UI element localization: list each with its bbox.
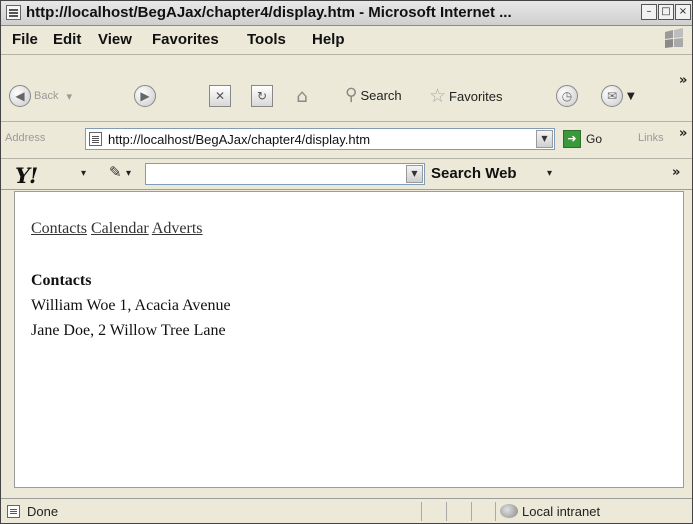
status-divider (421, 502, 422, 521)
back-label: Back (34, 90, 59, 102)
page-done-icon (7, 505, 20, 518)
minimize-button[interactable]: – (641, 4, 657, 20)
link-contacts[interactable]: Contacts (31, 220, 87, 237)
stop-icon: ✕ (209, 85, 231, 107)
yahoo-toolbar: Y! ▾ ✎ ▾ ▼ Search Web ▾ » (1, 159, 692, 190)
menu-favorites[interactable]: Favorites (152, 31, 219, 48)
status-divider (446, 502, 447, 521)
refresh-button[interactable]: ↻ (251, 85, 273, 107)
search-icon: ⚲ (345, 85, 358, 105)
menu-edit[interactable]: Edit (53, 31, 81, 48)
menu-help[interactable]: Help (312, 31, 345, 48)
contact-line: Jane Doe, 2 Willow Tree Lane (31, 322, 226, 339)
stop-button[interactable]: ✕ (209, 85, 231, 107)
history-button[interactable]: ◷ (556, 85, 578, 107)
links-overflow-chevron-icon[interactable]: » (679, 126, 687, 141)
address-bar: Address http://localhost/BegAJax/chapter… (1, 122, 692, 159)
mail-button[interactable]: ✉ ▼ (601, 85, 635, 107)
yahoo-search-input[interactable]: ▼ (145, 163, 425, 185)
menu-bar: File Edit View Favorites Tools Help (1, 26, 692, 55)
page-icon (89, 132, 102, 146)
search-web-button[interactable]: Search Web (431, 165, 517, 182)
favorites-button[interactable]: ☆ Favorites (429, 85, 503, 107)
nav-links: Contacts Calendar Adverts (31, 220, 203, 238)
maximize-button[interactable]: □ (658, 4, 674, 20)
menu-tools[interactable]: Tools (247, 31, 286, 48)
yahoo-overflow-chevron-icon[interactable]: » (672, 165, 680, 180)
close-button[interactable]: × (675, 4, 691, 20)
mail-icon: ✉ (601, 85, 623, 107)
go-button[interactable]: Go (586, 132, 602, 146)
home-icon: ⌂ (296, 85, 308, 107)
history-icon: ◷ (556, 85, 578, 107)
forward-arrow-icon: ▶ (134, 85, 156, 107)
yahoo-logo-icon[interactable]: Y! (15, 163, 38, 188)
back-button[interactable]: ◀ Back ▾ (9, 85, 72, 107)
security-zone-text: Local intranet (522, 504, 601, 519)
contact-line: William Woe 1, Acacia Avenue (31, 297, 231, 314)
windows-logo-icon (665, 28, 683, 48)
status-divider (471, 502, 472, 521)
status-bar: Done Local intranet (1, 498, 692, 523)
forward-button[interactable]: ▶ (134, 85, 156, 107)
standard-toolbar: ◀ Back ▾ ▶ ✕ ↻ ⌂ ⚲ Search ☆ Favorites ◷ … (1, 55, 692, 122)
pencil-icon[interactable]: ✎ (109, 163, 122, 181)
local-intranet-icon (500, 504, 518, 518)
link-adverts[interactable]: Adverts (152, 220, 203, 237)
search-label: Search (360, 87, 402, 103)
menu-view[interactable]: View (98, 31, 132, 48)
toolbar-overflow-chevron-icon[interactable]: » (679, 73, 687, 88)
window-title: http://localhost/BegAJax/chapter4/displa… (26, 4, 512, 21)
address-input[interactable]: http://localhost/BegAJax/chapter4/displa… (85, 128, 555, 150)
menu-file[interactable]: File (12, 31, 38, 48)
link-calendar[interactable]: Calendar (91, 220, 149, 237)
links-label[interactable]: Links (638, 132, 664, 144)
address-label: Address (5, 132, 46, 144)
pencil-dropdown-icon[interactable]: ▾ (126, 168, 131, 179)
go-arrow-icon[interactable]: ➜ (563, 130, 581, 148)
back-dropdown-icon: ▾ (66, 90, 72, 103)
search-button[interactable]: ⚲ Search (345, 85, 402, 105)
browser-window: http://localhost/BegAJax/chapter4/displa… (0, 0, 693, 524)
ie-page-icon (6, 5, 21, 20)
page-content: Contacts Calendar Adverts Contacts Willi… (14, 191, 684, 488)
yahoo-dropdown-icon[interactable]: ▾ (81, 168, 86, 179)
address-dropdown-icon[interactable]: ▼ (536, 130, 553, 148)
address-url: http://localhost/BegAJax/chapter4/displa… (108, 132, 371, 147)
section-heading: Contacts (31, 272, 92, 289)
status-text: Done (27, 504, 59, 519)
mail-dropdown-icon: ▼ (627, 90, 635, 102)
title-bar: http://localhost/BegAJax/chapter4/displa… (1, 1, 692, 26)
status-divider (495, 502, 496, 521)
favorites-star-icon: ☆ (429, 85, 447, 107)
refresh-icon: ↻ (251, 85, 273, 107)
home-button[interactable]: ⌂ (291, 85, 313, 107)
favorites-label: Favorites (449, 88, 503, 104)
search-web-dropdown-icon[interactable]: ▾ (547, 168, 552, 179)
yahoo-search-dropdown-icon[interactable]: ▼ (406, 165, 423, 183)
back-arrow-icon: ◀ (9, 85, 31, 107)
